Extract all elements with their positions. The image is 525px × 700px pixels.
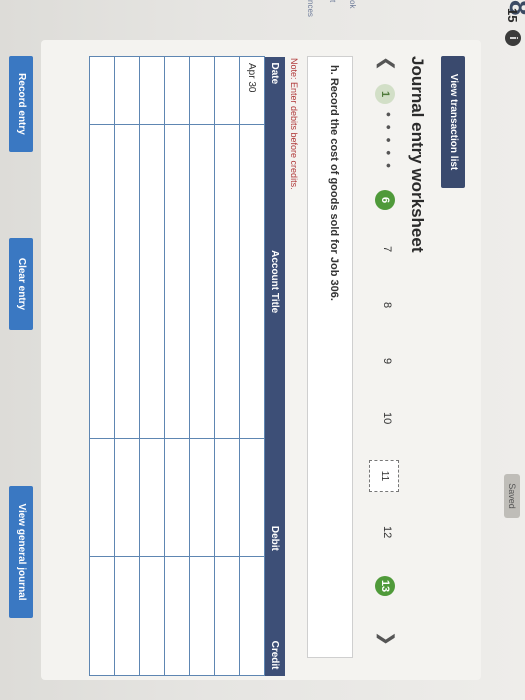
nav-last[interactable]: 13 (375, 576, 395, 596)
credit-cell[interactable] (139, 556, 165, 676)
account-cell[interactable] (164, 124, 190, 439)
date-cell (164, 56, 190, 125)
header-date: Date (264, 56, 285, 125)
question-number: 15 (505, 8, 520, 23)
debit-cell[interactable] (164, 438, 190, 557)
header-credit: Credit (264, 556, 285, 676)
account-cell[interactable] (189, 124, 215, 439)
date-cell (89, 56, 115, 125)
table-row (214, 56, 240, 676)
left-fragment: nces (306, 0, 315, 17)
table-row (114, 56, 140, 676)
nav-current[interactable]: 6 (375, 190, 395, 210)
debit-cell[interactable] (189, 438, 215, 557)
nav-page[interactable]: 8 (381, 302, 393, 308)
info-icon[interactable]: i (505, 30, 521, 46)
credit-cell[interactable] (214, 556, 240, 676)
header-account: Account Title (264, 124, 285, 439)
debit-cell[interactable] (239, 438, 265, 557)
page-title: Journal entry worksheet (408, 56, 427, 253)
transaction-nav: ❮ 1 • • • • • 6 7 8 9 10 11 12 13 ❯ (363, 56, 403, 676)
credit-cell[interactable] (239, 556, 265, 676)
chevron-right-icon[interactable]: ❯ (376, 631, 397, 646)
table-row (164, 56, 190, 676)
view-transaction-list-button[interactable]: View transaction list (441, 56, 465, 188)
clear-entry-button[interactable]: Clear entry (9, 238, 33, 330)
note-text: Note: Enter debits before credits. (289, 58, 299, 190)
account-cell[interactable] (89, 124, 115, 439)
nav-ellipsis: • • • • • (381, 112, 397, 171)
credit-cell[interactable] (189, 556, 215, 676)
left-fragment: ok (348, 0, 357, 9)
credit-cell[interactable] (114, 556, 140, 676)
date-cell (189, 56, 215, 125)
top-bar: 15 i Saved (497, 0, 525, 700)
account-cell[interactable] (139, 124, 165, 439)
date-cell (114, 56, 140, 125)
instruction-box: h. Record the cost of goods sold for Job… (307, 56, 353, 658)
nav-page[interactable]: 7 (381, 246, 393, 252)
debit-cell[interactable] (114, 438, 140, 557)
account-cell[interactable] (114, 124, 140, 439)
table-row: Apr 30 (239, 56, 265, 676)
chevron-left-icon[interactable]: ❮ (376, 56, 397, 71)
credit-cell[interactable] (89, 556, 115, 676)
journal-table: Date Account Title Debit Credit Apr 30 (89, 56, 285, 676)
account-cell[interactable] (239, 124, 265, 439)
nav-page[interactable]: 9 (381, 358, 393, 364)
nav-page[interactable]: 10 (381, 412, 393, 424)
table-row (139, 56, 165, 676)
header-debit: Debit (264, 438, 285, 557)
stage: 8 15 i Saved ok t nces View transaction … (0, 0, 525, 700)
credit-cell[interactable] (164, 556, 190, 676)
date-cell (214, 56, 240, 125)
view-general-journal-button[interactable]: View general journal (9, 486, 33, 618)
date-cell: Apr 30 (239, 56, 265, 125)
date-cell (139, 56, 165, 125)
table-row (189, 56, 215, 676)
debit-cell[interactable] (89, 438, 115, 557)
instruction-text: h. Record the cost of goods sold for Job… (328, 65, 340, 301)
account-cell[interactable] (214, 124, 240, 439)
nav-selected[interactable]: 11 (369, 460, 399, 492)
record-entry-button[interactable]: Record entry (9, 56, 33, 152)
table-row (89, 56, 115, 676)
nav-page[interactable]: 12 (381, 526, 393, 538)
saved-badge: Saved (504, 474, 520, 518)
debit-cell[interactable] (214, 438, 240, 557)
nav-first[interactable]: 1 (375, 84, 395, 104)
table-header-row: Date Account Title Debit Credit (264, 56, 285, 676)
left-fragment: t (328, 0, 337, 3)
debit-cell[interactable] (139, 438, 165, 557)
